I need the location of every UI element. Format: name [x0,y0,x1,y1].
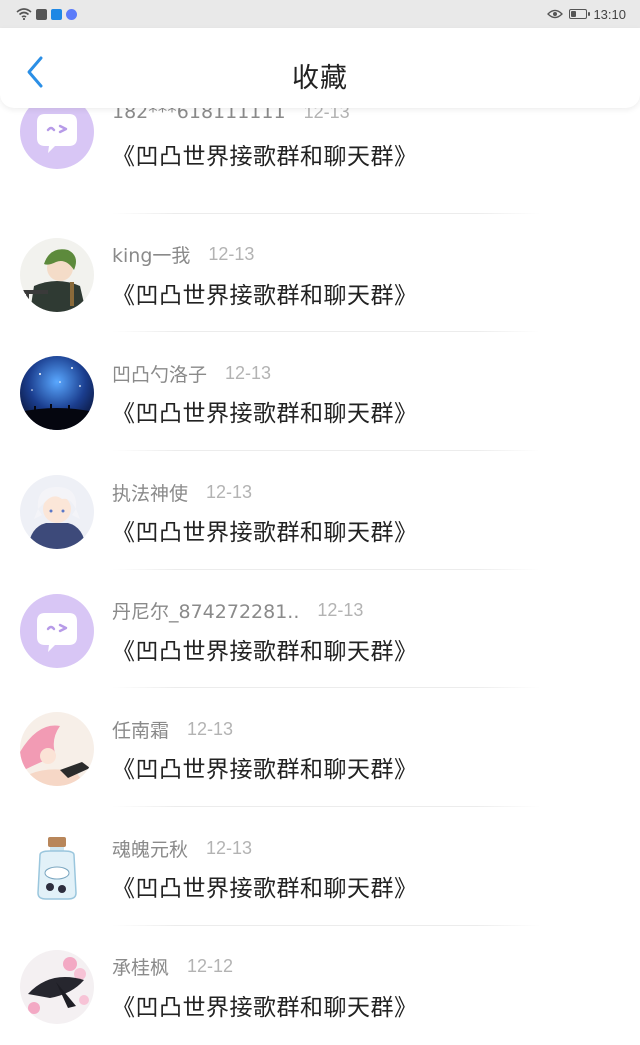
list-item[interactable]: 任南霜 12-13 《凹凸世界接歌群和聊天群》 [0,688,640,808]
item-meta: king一我 12-13 [112,242,254,268]
item-title: 《凹凸世界接歌群和聊天群》 [112,876,418,903]
item-meta: 丹尼尔_874272281.. 12-13 [112,598,363,624]
list-item[interactable]: 凹凸勺洛子 12-13 《凹凸世界接歌群和聊天群》 [0,332,640,452]
status-bar: 13:10 [0,0,640,28]
status-icons-left [16,8,77,20]
avatar[interactable] [20,949,94,1024]
list-item[interactable]: 执法神使 12-13 《凹凸世界接歌群和聊天群》 [0,451,640,570]
item-title: 《凹凸世界接歌群和聊天群》 [112,520,418,547]
item-date: 12-13 [206,481,253,502]
item-meta: 魂魄元秋 12-13 [112,835,252,861]
user-name: 承桂枫 [112,957,170,980]
avatar[interactable] [20,475,94,550]
app-circle-icon [66,8,77,20]
item-date: 12-12 [187,956,234,977]
item-title: 《凹凸世界接歌群和聊天群》 [112,994,418,1021]
item-title: 《凹凸世界接歌群和聊天群》 [112,401,418,428]
user-name: 丹尼尔_874272281.. [112,601,300,624]
item-date: 12-13 [225,362,272,383]
list-item[interactable]: 丹尼尔_874272281.. 12-13 《凹凸世界接歌群和聊天群》 [0,570,640,689]
message-icon [36,8,47,20]
app-blue-icon [51,8,62,20]
eye-icon [547,9,564,19]
avatar[interactable] [20,712,94,787]
item-title: 《凹凸世界接歌群和聊天群》 [112,757,418,784]
item-date: 12-13 [208,244,255,265]
user-name: 凹凸勺洛子 [112,363,208,386]
item-title: 《凹凸世界接歌群和聊天群》 [112,282,418,309]
item-date: 12-13 [187,718,234,739]
list-item[interactable]: 182***618111111 12-13 《凹凸世界接歌群和聊天群》 [0,95,640,214]
wifi-icon [16,8,32,20]
list-item[interactable]: 承桂枫 12-12 《凹凸世界接歌群和聊天群》 [0,926,640,1045]
page-title: 收藏 [292,63,348,94]
item-meta: 执法神使 12-13 [112,479,252,505]
item-date: 12-13 [317,600,364,621]
item-title: 《凹凸世界接歌群和聊天群》 [112,144,418,170]
item-meta: 任南霜 12-13 [112,716,233,742]
avatar[interactable] [20,831,94,906]
list-item[interactable]: 魂魄元秋 12-13 《凹凸世界接歌群和聊天群》 [0,807,640,926]
item-meta: 承桂枫 12-12 [112,954,233,980]
battery-icon [569,9,591,19]
favorites-list: 182***618111111 12-13 《凹凸世界接歌群和聊天群》 king… [0,95,640,1045]
user-name: 魂魄元秋 [112,838,189,861]
user-name: 任南霜 [112,719,170,742]
list-item[interactable]: king一我 12-13 《凹凸世界接歌群和聊天群》 [0,214,640,333]
status-time: 13:10 [593,6,626,22]
item-meta: 凹凸勺洛子 12-13 [112,360,271,386]
status-icons-right: 13:10 [547,7,626,22]
user-name: king一我 [112,245,191,268]
avatar[interactable] [20,237,94,312]
user-name: 执法神使 [112,482,189,505]
avatar[interactable] [20,356,94,431]
nav-header: 收藏 [0,28,640,108]
avatar[interactable] [20,593,94,668]
item-title: 《凹凸世界接歌群和聊天群》 [112,638,418,665]
item-date: 12-13 [206,837,253,858]
